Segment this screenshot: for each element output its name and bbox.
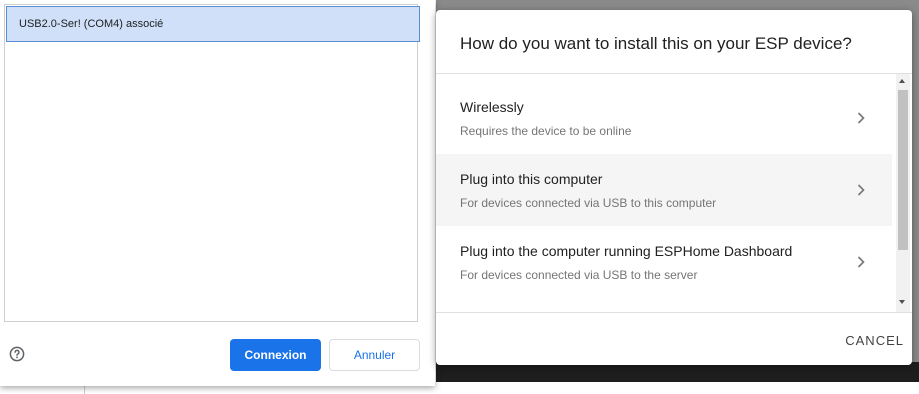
- divider: [436, 73, 912, 74]
- cancel-button[interactable]: Annuler: [329, 339, 420, 371]
- serial-port-chooser: USB2.0-Ser! (COM4) associé Connexion Ann…: [0, 0, 435, 386]
- option-description: For devices connected via USB to the ser…: [460, 268, 698, 282]
- divider: [436, 312, 912, 313]
- scroll-down-arrow-icon[interactable]: [899, 300, 905, 304]
- chevron-right-icon: [857, 256, 865, 268]
- port-item-com4[interactable]: USB2.0-Ser! (COM4) associé: [6, 6, 420, 42]
- option-plug-into-this-computer[interactable]: Plug into this computer For devices conn…: [436, 154, 892, 226]
- install-dialog: How do you want to install this on your …: [436, 10, 912, 365]
- connect-button[interactable]: Connexion: [230, 339, 321, 371]
- option-description: For devices connected via USB to this co…: [460, 196, 717, 210]
- chevron-right-icon: [857, 184, 865, 196]
- option-wirelessly[interactable]: Wirelessly Requires the device to be onl…: [436, 82, 892, 154]
- dialog-cancel-button[interactable]: CANCEL: [832, 328, 904, 354]
- option-label: Wirelessly: [460, 99, 524, 115]
- dialog-title: How do you want to install this on your …: [460, 34, 852, 53]
- help-circle-icon[interactable]: [9, 346, 25, 362]
- chevron-right-icon: [857, 112, 865, 124]
- scrollbar-thumb[interactable]: [898, 90, 908, 250]
- port-list: USB2.0-Ser! (COM4) associé: [4, 4, 420, 322]
- option-label: Plug into the computer running ESPHome D…: [460, 243, 793, 259]
- option-description: Requires the device to be online: [460, 124, 632, 138]
- scroll-up-arrow-icon[interactable]: [899, 79, 905, 83]
- option-plug-into-dashboard-computer[interactable]: Plug into the computer running ESPHome D…: [436, 226, 892, 298]
- background-footer-bar: [436, 362, 919, 382]
- option-label: Plug into this computer: [460, 171, 603, 187]
